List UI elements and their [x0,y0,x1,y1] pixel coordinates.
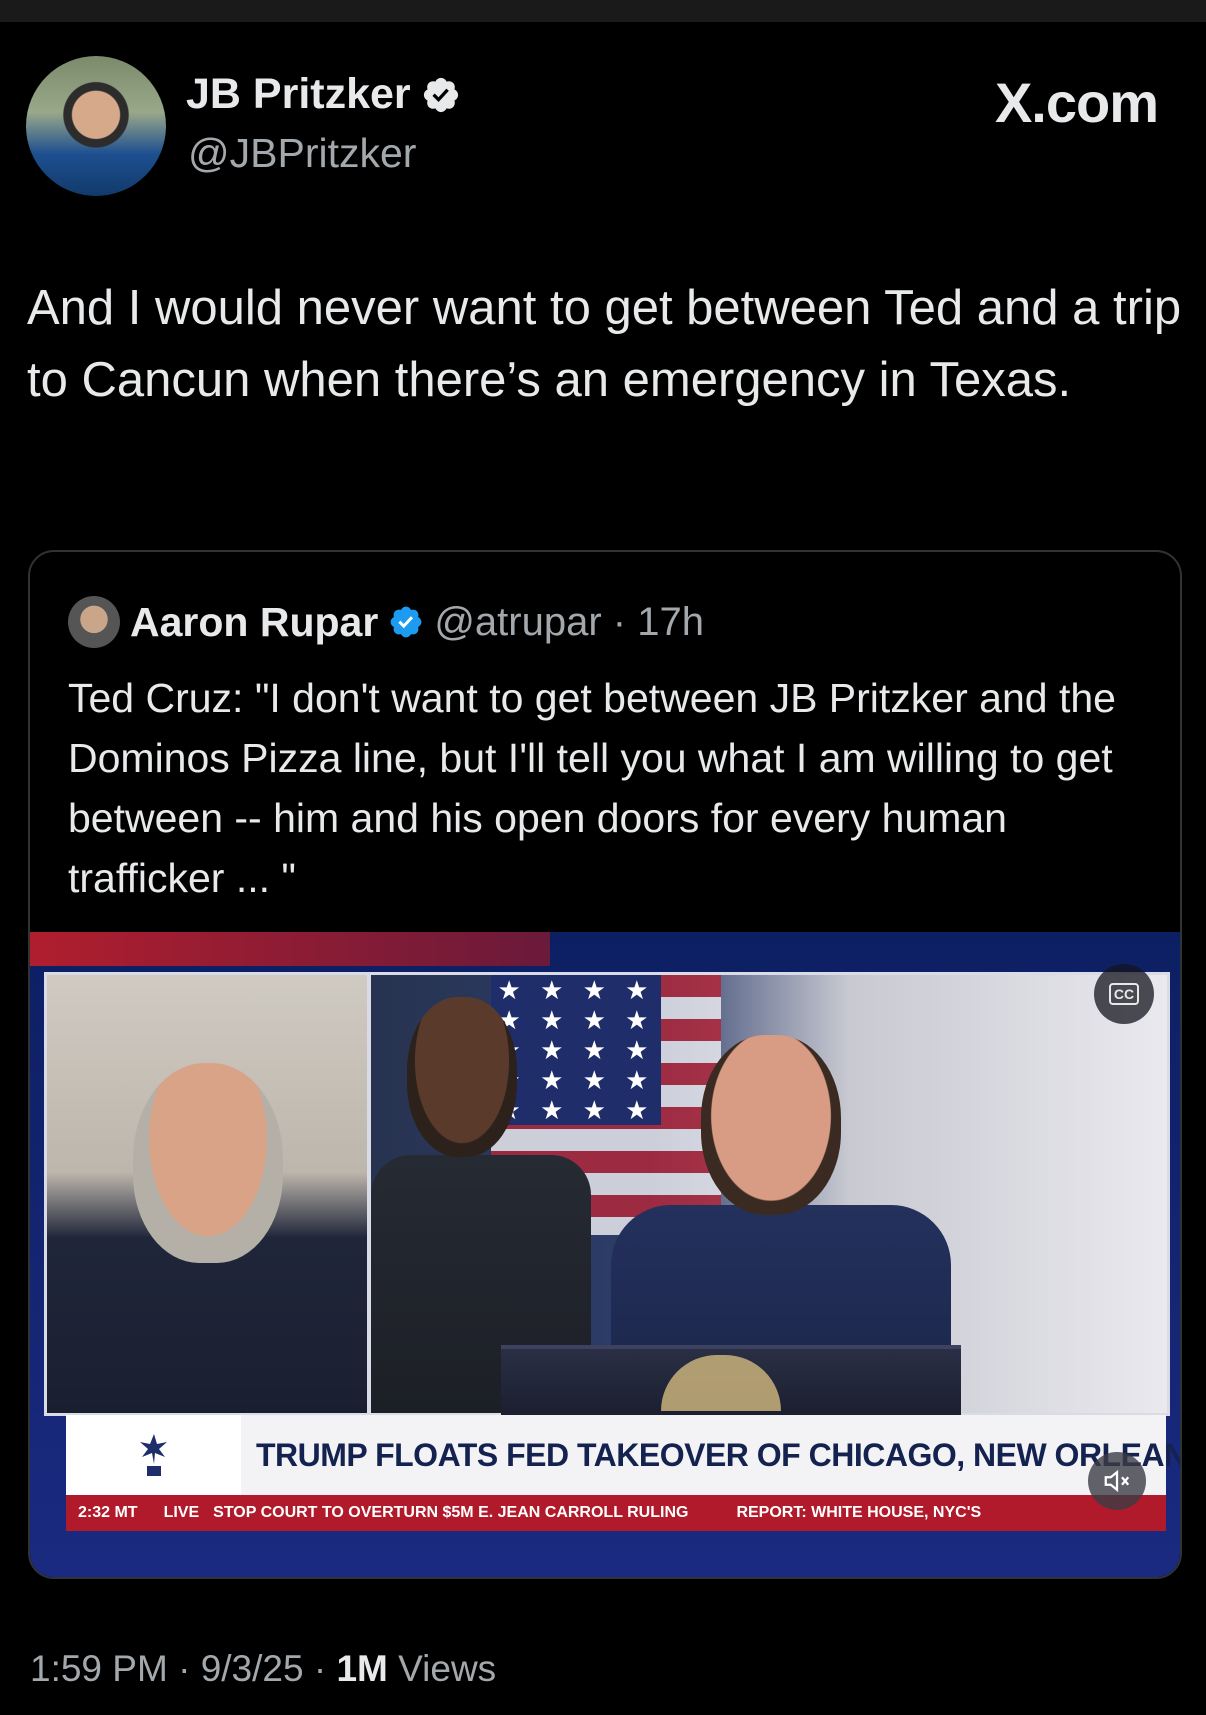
quoted-author-handle[interactable]: @atrupar · 17h [434,600,704,645]
quoted-tweet-card[interactable]: Aaron Rupar @atrupar · 17h Ted Cruz: "I … [28,550,1182,1579]
verified-badge-icon [390,606,422,638]
author-handle[interactable]: @JBPritzker [188,130,416,177]
ticker-item: STOP COURT TO OVERTURN $5M E. JEAN CARRO… [213,1504,689,1521]
tweet-time[interactable]: 1:59 PM [30,1648,168,1689]
quoted-time: 17h [637,599,704,644]
author-name-row: JB Pritzker [186,70,461,119]
tweet-meta: 1:59 PM · 9/3/25 · 1M Views [30,1648,497,1689]
views-label: Views [398,1648,497,1689]
ticker-time: 2:32 MT [66,1504,150,1522]
tweet-text: And I would never want to get between Te… [27,281,1182,407]
mute-toggle-button[interactable] [1088,1452,1146,1510]
network-logo-icon [66,1415,241,1495]
author-avatar[interactable] [26,56,166,196]
verified-badge-icon [423,77,458,112]
figure-head [407,997,517,1157]
quoted-tweet-text: Ted Cruz: "I don't want to get between J… [68,675,1116,901]
video-panel-left [44,972,370,1416]
tweet-date[interactable]: 9/3/25 [201,1648,304,1689]
news-lower-third: TRUMP FLOATS FED TAKEOVER OF CHICAGO, NE… [66,1415,1180,1495]
brand-watermark: X.com [994,71,1159,134]
figure-head [701,1035,841,1215]
status-bar [0,0,1206,22]
author-display-name[interactable]: JB Pritzker [186,70,411,119]
news-headline: TRUMP FLOATS FED TAKEOVER OF CHICAGO, NE… [256,1437,1180,1473]
us-flag-stars: ★ ★ ★ ★ ★ ★ ★ ★ ★ ★ ★ ★ ★ ★ ★ ★ ★ ★ ★ ★ … [491,975,661,1125]
speaker-muted-icon [1104,1469,1130,1493]
cc-icon: CC [1108,983,1140,1005]
quoted-author-avatar[interactable] [68,596,120,648]
video-player[interactable]: ★ ★ ★ ★ ★ ★ ★ ★ ★ ★ ★ ★ ★ ★ ★ ★ ★ ★ ★ ★ … [30,932,1180,1577]
ticker-live-badge: LIVE [163,1504,200,1521]
speaker-figure [133,1063,283,1263]
news-ticker: 2:32 MT LIVE STOP COURT TO OVERTURN $5M … [66,1495,1166,1531]
captions-button[interactable]: CC [1094,964,1154,1024]
broadcast-red-stripe [30,932,550,966]
ticker-item: REPORT: WHITE HOUSE, NYC'S [736,1504,982,1521]
views-count: 1M [336,1648,388,1689]
quoted-tweet-header: Aaron Rupar @atrupar · 17h [68,592,704,652]
video-panel-right: ★ ★ ★ ★ ★ ★ ★ ★ ★ ★ ★ ★ ★ ★ ★ ★ ★ ★ ★ ★ … [368,972,1170,1417]
quoted-author-name[interactable]: Aaron Rupar [130,599,378,646]
statue-of-liberty-icon [139,1434,167,1476]
